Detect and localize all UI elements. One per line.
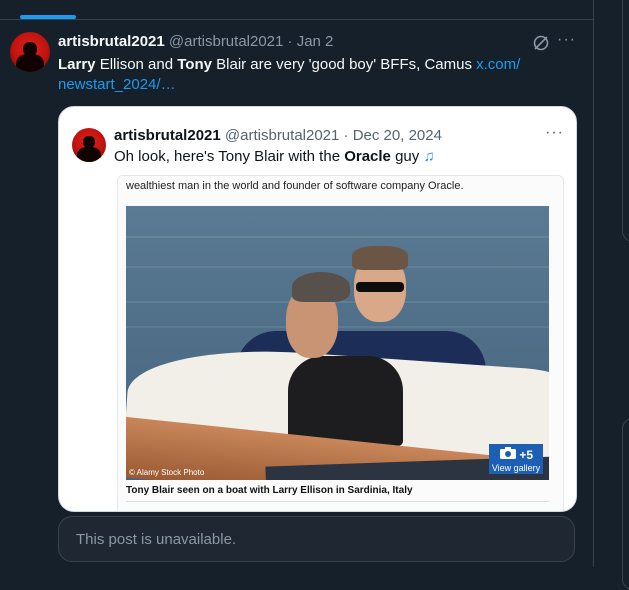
post-date[interactable]: · Jan 2: [288, 33, 334, 50]
more-options-icon[interactable]: ···: [557, 31, 576, 49]
user-handle[interactable]: @artisbrutal2021: [169, 33, 283, 50]
unavailable-post-notice: This post is unavailable.: [58, 516, 575, 562]
sidebar-card: [622, 0, 629, 242]
view-gallery-button[interactable]: +5 View gallery: [489, 444, 543, 474]
quote-avatar[interactable]: [72, 128, 106, 162]
quote-handle: @artisbrutal2021: [224, 127, 340, 144]
quote-more-icon[interactable]: ···: [545, 124, 564, 142]
quote-date: · Dec 20, 2024: [343, 127, 442, 144]
quote-header: artisbrutal2021 @artisbrutal2021 · Dec 2…: [114, 127, 442, 144]
post-text-tony: Tony: [177, 56, 212, 73]
column-divider: [593, 0, 594, 567]
article-text: wealthiest man in the world and founder …: [126, 180, 464, 192]
gallery-label: View gallery: [491, 463, 541, 473]
music-notes-icon: ♫: [423, 148, 435, 165]
post-text-segment: Ellison and: [95, 56, 178, 73]
avatar[interactable]: [10, 32, 50, 72]
unavailable-text: This post is unavailable.: [76, 531, 237, 548]
active-tab-indicator: [20, 15, 76, 19]
grok-icon[interactable]: [532, 34, 550, 52]
post-text-segment: Blair are very 'good boy' BFFs, Camus: [211, 56, 477, 73]
sidebar-card: [622, 418, 629, 590]
photo-credit: © Alamy Stock Photo: [129, 468, 205, 477]
article-screenshot[interactable]: wealthiest man in the world and founder …: [117, 175, 564, 511]
gallery-count: +5: [519, 448, 534, 462]
quoted-post[interactable]: artisbrutal2021 @artisbrutal2021 · Dec 2…: [58, 106, 577, 512]
post-text-larry: Larry: [58, 56, 96, 73]
post-header: artisbrutal2021 @artisbrutal2021 · Jan 2: [58, 33, 333, 50]
quote-text: Oh look, here's Tony Blair with the Orac…: [114, 148, 435, 165]
quote-display-name: artisbrutal2021: [114, 127, 221, 144]
photo-caption: Tony Blair seen on a boat with Larry Ell…: [126, 485, 413, 496]
divider: [126, 501, 549, 502]
camera-icon: [499, 447, 517, 461]
display-name[interactable]: artisbrutal2021: [58, 33, 165, 50]
top-tab-bar: [0, 0, 593, 20]
quote-text-oracle: Oracle: [344, 148, 391, 165]
boat-photo[interactable]: © Alamy Stock Photo +5 View gallery: [126, 206, 549, 480]
post-text: Larry Ellison and Tony Blair are very 'g…: [58, 55, 528, 95]
